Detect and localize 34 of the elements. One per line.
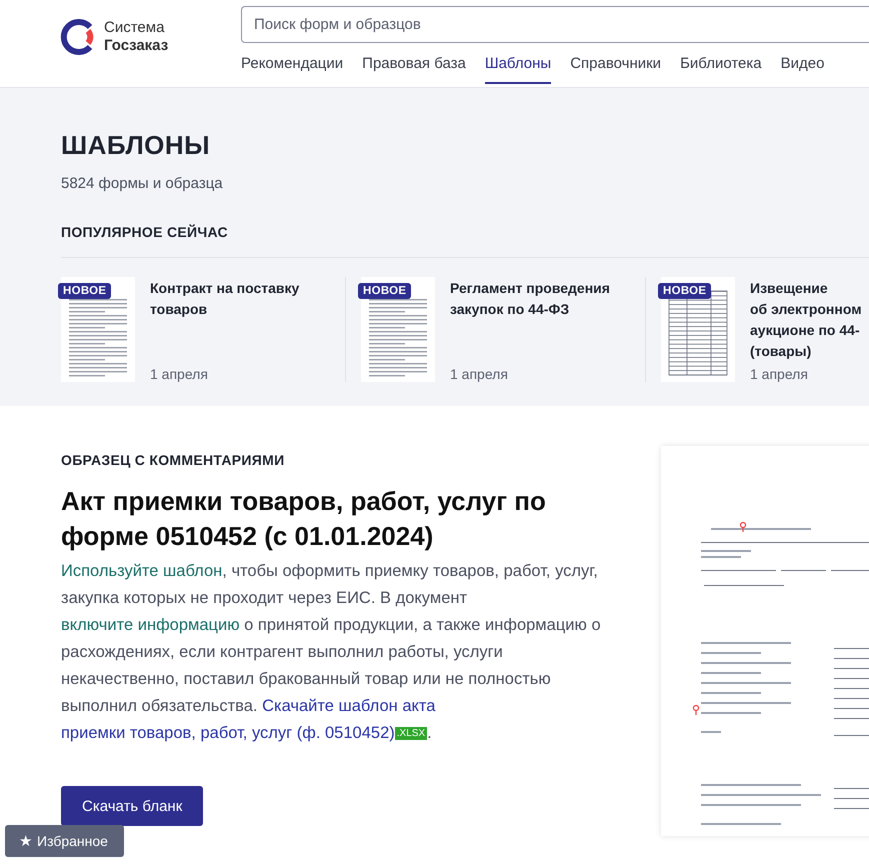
favorites-button[interactable]: ★ Избранное [5,825,124,857]
card-date: 1 апреля [450,366,509,382]
logo-text: Госзаказ [104,37,168,55]
download-link[interactable]: приемки товаров, работ, услуг (ф. 0510452) [61,724,395,742]
nav-tab[interactable]: Шаблоны [484,49,552,84]
star-icon: ★ [19,832,32,850]
card-date: 1 апреля [750,366,809,382]
nav-tab[interactable]: Видео [780,49,824,84]
inline-link[interactable]: Используйте шаблон [61,562,222,580]
card-title[interactable]: Регламент проведения закупок по 44-ФЗ [450,278,610,320]
logo-text: Система [104,19,166,37]
download-link[interactable]: Скачайте шаблон акта [262,697,436,715]
card-date: 1 апреля [150,366,209,382]
eyebrow-label: ОБРАЗЕЦ С КОММЕНТАРИЯМИ [61,452,286,468]
inline-link[interactable]: включите информацию [61,616,240,634]
download-button[interactable]: Скачать бланк [61,786,204,826]
nav-tab[interactable]: Правовая база [362,49,466,84]
new-badge: НОВОЕ [58,283,112,299]
page-title: ШАБЛОНЫ [61,130,212,161]
card-title[interactable]: Извещение об электронном аукционе по 44- (товары) [750,278,862,362]
nav-tab[interactable]: Библиотека [680,49,762,84]
nav-tab[interactable]: Справочники [570,49,662,84]
new-badge: НОВОЕ [358,283,412,299]
document-thumbnail[interactable] [61,277,135,382]
card-title[interactable]: Контракт на поставку товаров [150,278,300,320]
article-title: Акт приемки товаров, работ, услуг по форме 0510452 (с 01.01.2024) [61,485,547,553]
section-heading: ПОПУЛЯРНОЕ СЕЙЧАС [61,224,869,258]
search-field[interactable]: Поиск форм и образцов [241,6,869,43]
nav-tab[interactable]: Рекомендации [241,49,344,84]
new-badge: НОВОЕ [658,283,712,299]
document-thumbnail[interactable] [361,277,435,382]
document-thumbnail[interactable] [661,277,735,382]
logo-icon [60,19,96,55]
count-text: 5824 формы и образца [61,175,224,192]
